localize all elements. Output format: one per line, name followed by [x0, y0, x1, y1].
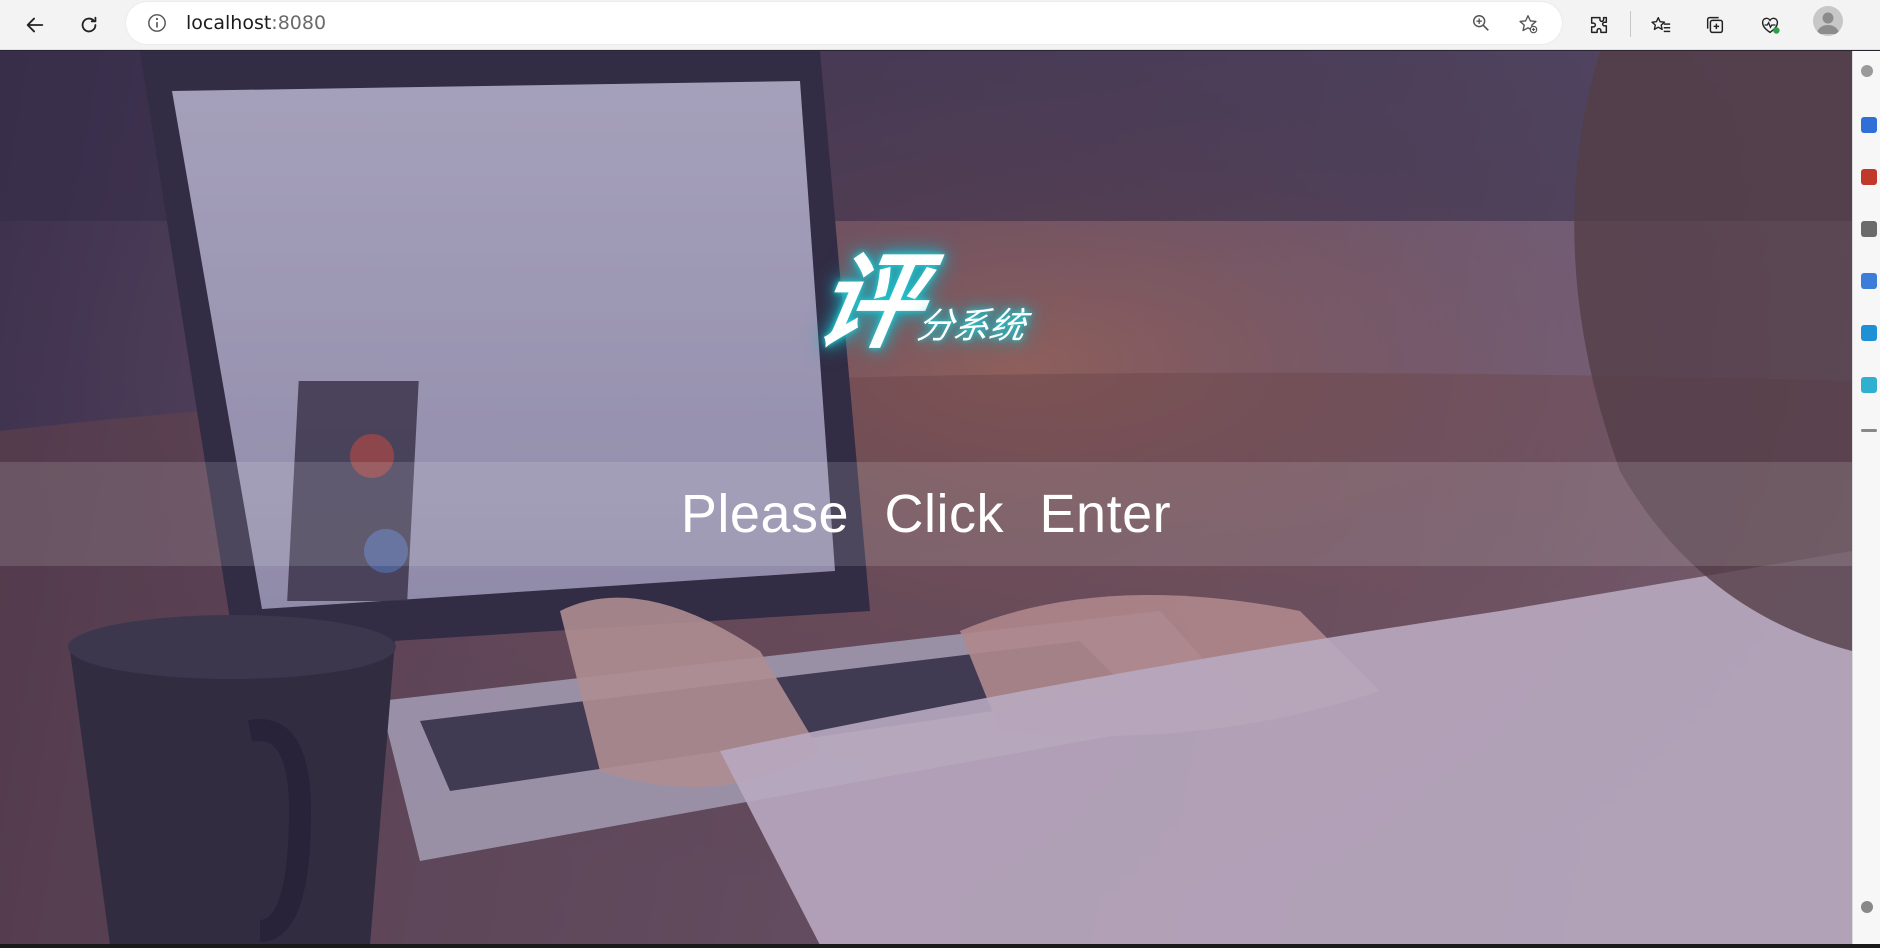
back-arrow-icon — [26, 17, 44, 33]
back-button[interactable] — [16, 6, 54, 44]
app-logo: 评分系统 — [808, 217, 1029, 368]
tools-icon[interactable] — [1861, 221, 1877, 237]
refresh-button[interactable] — [70, 6, 108, 44]
toolbar-divider — [1630, 11, 1631, 37]
url-text[interactable]: localhost:8080 — [186, 12, 326, 34]
enter-link[interactable]: Please Click Enter — [681, 483, 1171, 545]
page-viewport: 评分系统 Please Click Enter — [0, 51, 1852, 945]
refresh-icon — [81, 16, 97, 33]
games-icon[interactable] — [1861, 273, 1877, 289]
outlook-icon[interactable] — [1861, 377, 1877, 393]
site-info-icon[interactable] — [146, 12, 168, 34]
profile-avatar[interactable] — [1813, 6, 1843, 36]
shopping-icon[interactable] — [1861, 169, 1877, 185]
favorites-button[interactable] — [1642, 6, 1680, 44]
extensions-button[interactable] — [1580, 6, 1618, 44]
collections-icon — [1706, 16, 1724, 34]
side-panel — [1852, 51, 1880, 948]
address-bar[interactable]: localhost:8080 — [126, 2, 1562, 44]
url-host: localhost — [186, 12, 272, 34]
collections-button[interactable] — [1696, 6, 1734, 44]
settings-icon[interactable] — [1861, 901, 1873, 913]
search-icon[interactable] — [1861, 65, 1873, 77]
browser-toolbar: localhost:8080 — [0, 0, 1880, 50]
extensions-icon — [1590, 16, 1608, 34]
add-favorite-icon[interactable] — [1516, 12, 1540, 36]
zoom-icon[interactable] — [1470, 12, 1492, 34]
copilot-icon[interactable] — [1861, 117, 1877, 133]
logo-subtitle: 分系统 — [913, 306, 1030, 347]
add-icon[interactable] — [1861, 429, 1877, 432]
favorites-icon — [1651, 16, 1671, 33]
enter-banner[interactable]: Please Click Enter — [0, 462, 1852, 566]
office-icon[interactable] — [1861, 325, 1877, 341]
browser-essentials-button[interactable] — [1751, 6, 1789, 44]
window-bottom-edge — [0, 944, 1880, 948]
browser-essentials-icon — [1761, 17, 1780, 34]
url-port: :8080 — [271, 12, 327, 34]
